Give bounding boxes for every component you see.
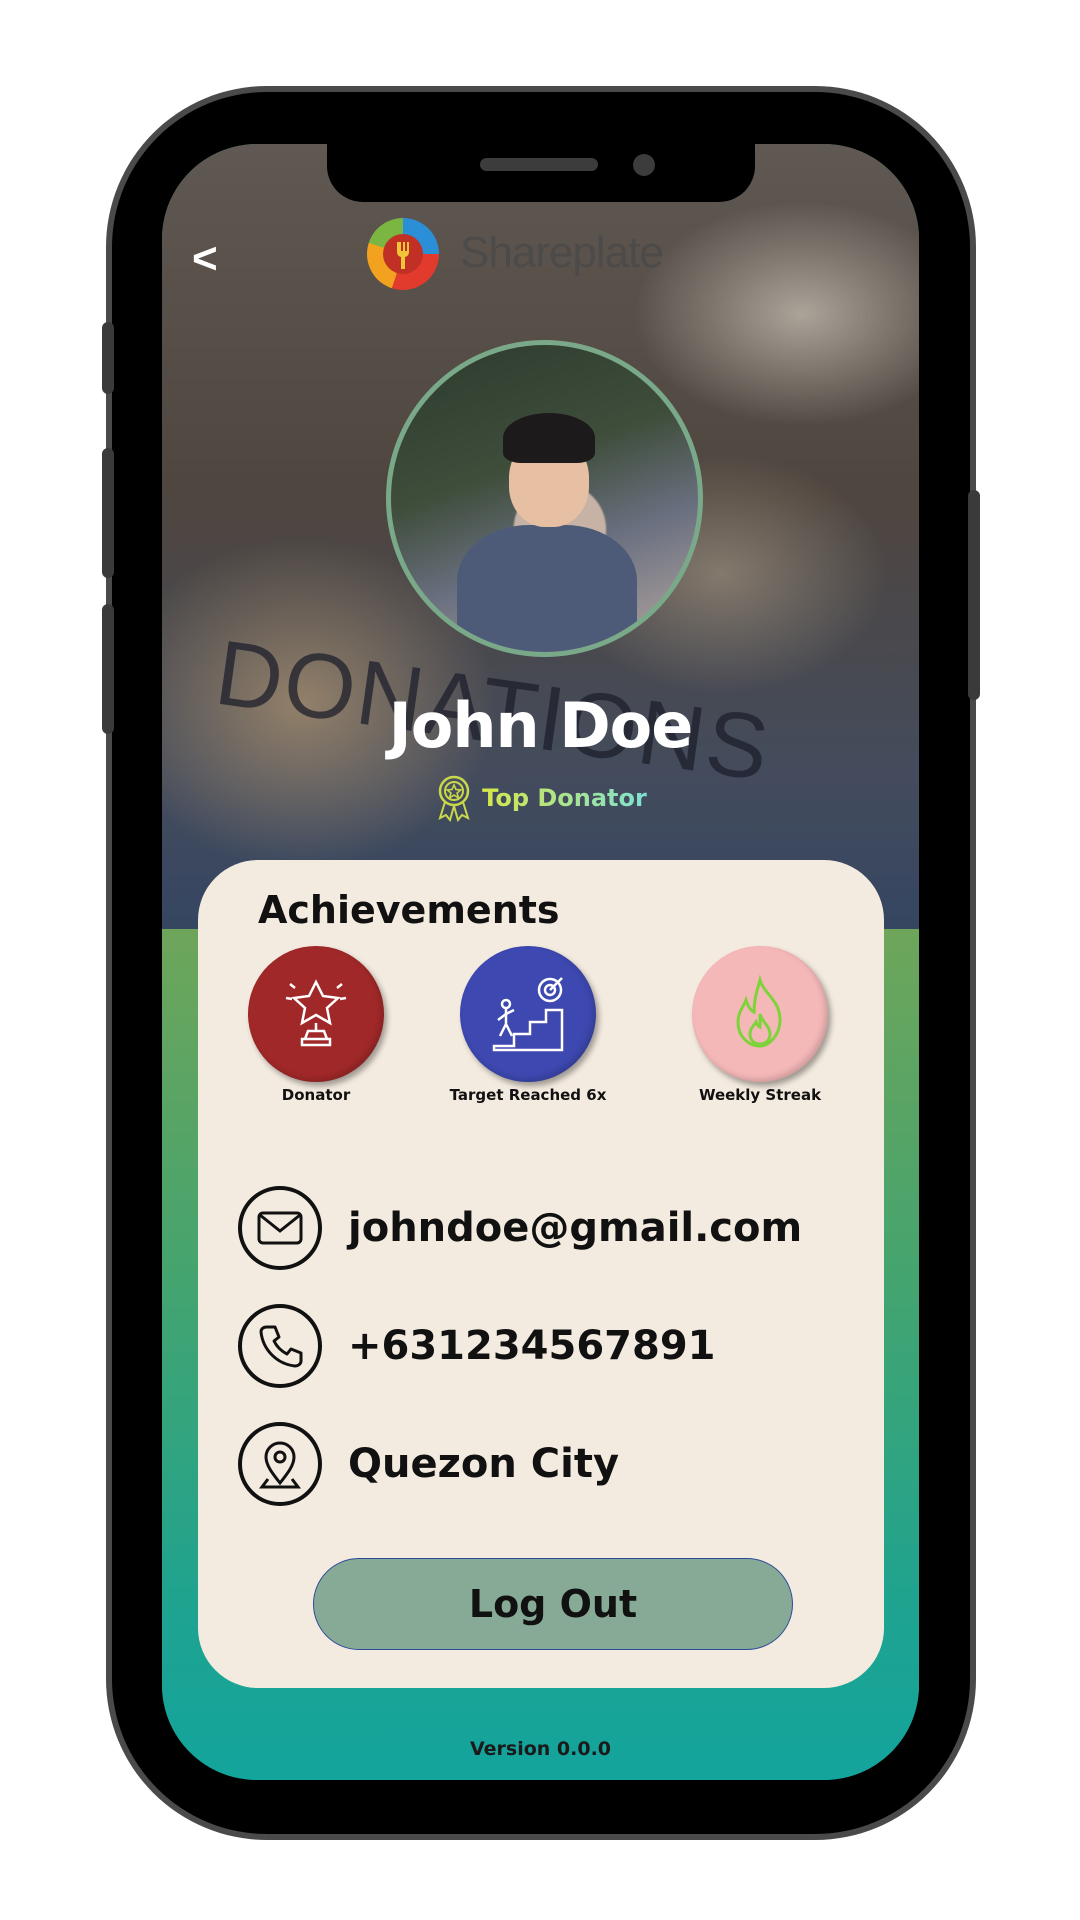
- notch: [327, 144, 755, 202]
- location-text: Quezon City: [348, 1441, 620, 1487]
- brand-name: Shareplate: [460, 228, 664, 277]
- phone-row[interactable]: +631234567891: [238, 1304, 716, 1388]
- rank-badge: Top Donator: [162, 774, 919, 822]
- speaker: [480, 158, 598, 171]
- handset-glyph: [259, 1325, 303, 1368]
- profile-card: Achievements Donator Target Reached 6x W…: [198, 860, 884, 1688]
- achievements-title: Achievements: [258, 888, 560, 932]
- avatar-hair: [503, 413, 595, 463]
- email-text: johndoe@gmail.com: [348, 1205, 803, 1251]
- volume-down-button: [102, 604, 114, 734]
- email-row[interactable]: johndoe@gmail.com: [238, 1186, 802, 1270]
- climb-target-icon: [492, 977, 564, 1052]
- back-button[interactable]: <: [192, 234, 218, 284]
- fork-icon: [397, 242, 409, 269]
- phone-icon: [238, 1304, 322, 1388]
- logo-center: [383, 234, 423, 274]
- pin-glyph: [259, 1441, 301, 1489]
- logout-button[interactable]: Log Out: [313, 1558, 793, 1650]
- app-screen: DONATIONS < Shareplate John Doe Top Dona…: [162, 144, 919, 1780]
- flame-icon: [736, 974, 782, 1048]
- power-button: [968, 490, 980, 700]
- phone-text: +631234567891: [348, 1323, 716, 1369]
- email-icon: [238, 1186, 322, 1270]
- award-ribbon-icon: [438, 775, 470, 822]
- achievement-badge-donator[interactable]: [248, 946, 384, 1082]
- achievement-badge-target-reached[interactable]: [460, 946, 596, 1082]
- location-pin-icon: [238, 1422, 322, 1506]
- volume-up-button: [102, 448, 114, 578]
- achievement-label-target-reached: Target Reached 6x: [449, 1086, 607, 1104]
- mute-switch: [102, 322, 114, 394]
- envelope-glyph: [257, 1211, 303, 1245]
- achievement-label-donator: Donator: [281, 1086, 351, 1104]
- avatar[interactable]: [386, 340, 703, 657]
- version-label: Version 0.0.0: [469, 1738, 612, 1760]
- achievement-badge-weekly-streak[interactable]: [692, 946, 828, 1082]
- shareplate-logo-icon: [367, 218, 439, 290]
- location-row[interactable]: Quezon City: [238, 1422, 619, 1506]
- trophy-star-icon: [285, 979, 347, 1047]
- avatar-body: [457, 525, 637, 652]
- profile-name: John Doe: [388, 689, 694, 762]
- front-camera: [633, 154, 655, 176]
- rank-label: Top Donator: [482, 784, 647, 812]
- achievement-label-weekly-streak: Weekly Streak: [698, 1086, 822, 1104]
